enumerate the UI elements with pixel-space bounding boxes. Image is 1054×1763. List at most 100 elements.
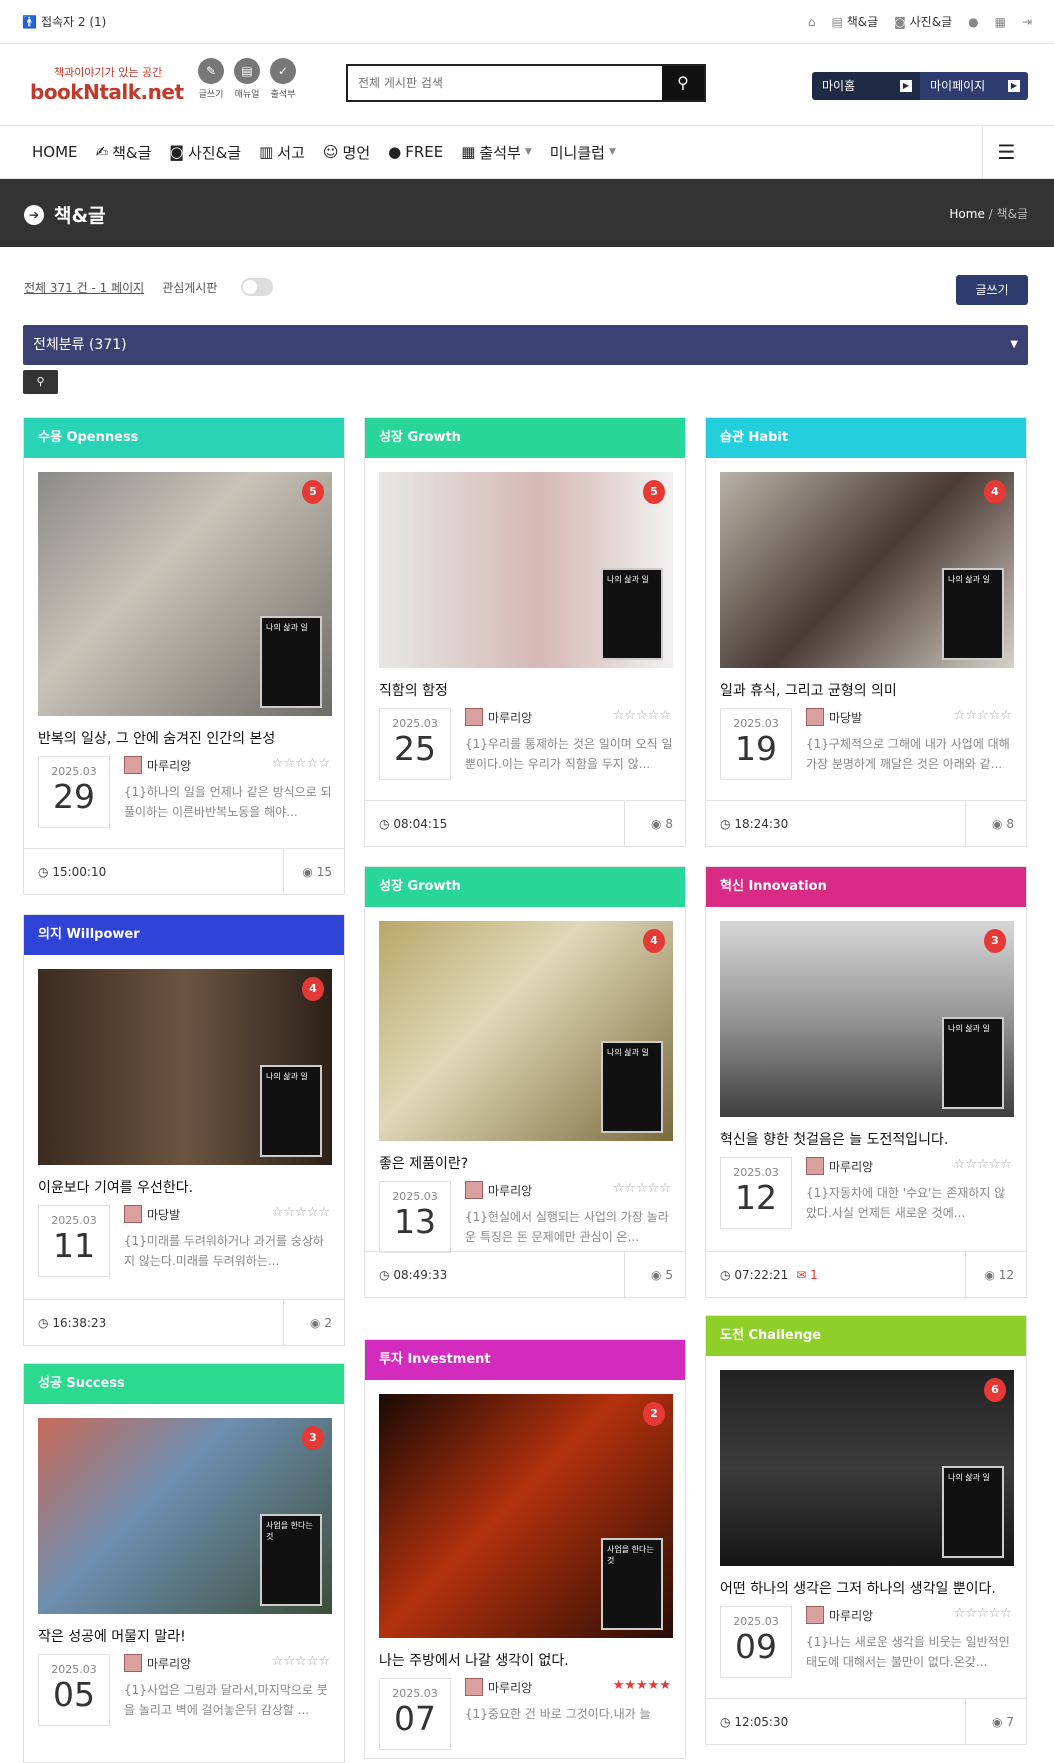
card-title[interactable]: 이윤보다 기여를 우선한다. (38, 1177, 193, 1197)
post-card[interactable]: 성공 Success 3 사업을 한다는것 작은 성공에 머물지 말라! 202… (23, 1363, 345, 1763)
post-card[interactable]: 성장 Growth 5 나의 삶과 일 직함의 함정 2025.03 25 마루리… (364, 417, 686, 847)
favorite-toggle[interactable] (241, 278, 274, 296)
quick-manual[interactable]: ▤ 매뉴얼 (232, 58, 262, 100)
card-category[interactable]: 도전 Challenge (706, 1316, 1026, 1356)
main-nav: HOME ✍ 책&글 ◙ 사진&글 ▥ 서고 ☺ 명언 ● FREE ▦ 출석부 ▼ 미니클럽… (0, 126, 1054, 179)
card-summary: {1}자동차에 대한 '수요'는 존재하지 않았다.사실 언제든 새로운 것에.… (806, 1186, 1006, 1220)
quick-write[interactable]: ✎ 글쓰기 (196, 58, 226, 100)
card-author[interactable]: 마당발 (124, 1205, 180, 1223)
card-date: 2025.03 25 (379, 708, 451, 780)
write-button[interactable]: 글쓰기 (956, 275, 1028, 305)
top-link-book[interactable]: ▤ 책&글 (832, 13, 879, 30)
nav-photo[interactable]: ◙ 사진&글 (169, 142, 241, 163)
book-cover: 나의 삶과 일 (260, 1065, 322, 1157)
card-title[interactable]: 어떤 하나의 생각은 그저 하나의 생각일 뿐이다. (720, 1578, 996, 1598)
card-author[interactable]: 마루리앙 (806, 1157, 873, 1175)
rating-stars: ☆☆☆☆☆ (271, 756, 330, 771)
post-card[interactable]: 혁신 Innovation 3 나의 삶과 일 혁신을 향한 첫걸음은 늘 도전… (705, 866, 1027, 1298)
page-banner: ➔ 책&글 Home / 책&글 (0, 179, 1054, 247)
card-category[interactable]: 성장 Growth (365, 418, 685, 458)
card-author[interactable]: 마당발 (806, 708, 862, 726)
quick-attendance[interactable]: ✓ 출석부 (268, 58, 298, 100)
card-author[interactable]: 마루리앙 (465, 1181, 532, 1199)
post-card[interactable]: 습관 Habit 4 나의 삶과 일 일과 휴식, 그리고 균형의 의미 202… (705, 417, 1027, 847)
search-toggle-button[interactable]: ⚲ (23, 370, 58, 394)
post-card[interactable]: 의지 Willpower 4 나의 삶과 일 이윤보다 기여를 우선한다. 20… (23, 914, 345, 1346)
breadcrumb-current: 책&글 (996, 207, 1028, 221)
card-title[interactable]: 일과 휴식, 그리고 균형의 의미 (720, 680, 897, 700)
connected-users[interactable]: 접속자 2 (1) (41, 13, 106, 30)
card-category[interactable]: 성공 Success (24, 1364, 344, 1404)
my-home-button[interactable]: 마이홈 ▶ (812, 72, 920, 100)
card-thumbnail[interactable]: 3 사업을 한다는것 (38, 1418, 332, 1614)
card-category[interactable]: 습관 Habit (706, 418, 1026, 458)
card-time: ◷ 12:05:30 (706, 1698, 966, 1745)
card-time: ◷ 07:22:21 ✉ 1 (706, 1251, 966, 1298)
card-summary: {1}우리를 통제하는 것은 일이며 오직 일뿐이다.이는 우리가 직함을 두지… (465, 737, 673, 771)
card-footer: ◷ 18:24:30 ◉ 8 (706, 800, 1026, 847)
clock-icon: ◷ (379, 816, 390, 831)
nav-book[interactable]: ✍ 책&글 (96, 142, 152, 163)
search-button[interactable]: ⚲ (662, 66, 704, 100)
nav-library[interactable]: ▥ 서고 (259, 142, 305, 163)
card-author[interactable]: 마루리앙 (465, 708, 532, 726)
chat-icon[interactable]: ● (968, 15, 978, 29)
breadcrumb-home[interactable]: Home (949, 207, 984, 221)
card-author[interactable]: 마루리앙 (465, 1678, 532, 1696)
site-logo[interactable]: 책과이야기가 있는 공간 bookNtalk.net (30, 64, 184, 104)
nav-quotes[interactable]: ☺ 명언 (323, 142, 370, 163)
top-link-photo[interactable]: ◙ 사진&글 (894, 13, 952, 30)
nav-free[interactable]: ● FREE (388, 143, 443, 161)
post-card[interactable]: 투자 Investment 2 사업을 한다는것 나는 주방에서 나갈 생각이 … (364, 1339, 686, 1759)
card-footer: ◷ 08:04:15 ◉ 8 (365, 800, 685, 847)
card-thumbnail[interactable]: 6 나의 삶과 일 (720, 1370, 1014, 1566)
top-bar: 🚹 접속자 2 (1) ⌂ ▤ 책&글 ◙ 사진&글 ● ▦ ⇥ (0, 0, 1054, 44)
card-thumbnail[interactable]: 4 나의 삶과 일 (379, 921, 673, 1141)
arrow-right-icon: ▶ (900, 80, 912, 92)
post-card[interactable]: 성장 Growth 4 나의 삶과 일 좋은 제품이란? 2025.03 13 마… (364, 866, 686, 1298)
category-select[interactable]: 전체분류 (371) ▼ (23, 325, 1028, 365)
card-title[interactable]: 나는 주방에서 나갈 생각이 없다. (379, 1650, 569, 1670)
card-thumbnail[interactable]: 3 나의 삶과 일 (720, 921, 1014, 1117)
card-title[interactable]: 좋은 제품이란? (379, 1153, 468, 1173)
card-author[interactable]: 마루리앙 (806, 1606, 873, 1624)
card-category[interactable]: 성장 Growth (365, 867, 685, 907)
card-category[interactable]: 혁신 Innovation (706, 867, 1026, 907)
nav-attendance[interactable]: ▦ 출석부 ▼ (461, 142, 532, 163)
post-card[interactable]: 수용 Openness 5 나의 삶과 일 반복의 일상, 그 안에 숨겨진 인… (23, 417, 345, 895)
card-thumbnail[interactable]: 4 나의 삶과 일 (38, 969, 332, 1165)
post-card[interactable]: 도전 Challenge 6 나의 삶과 일 어떤 하나의 생각은 그저 하나의… (705, 1315, 1027, 1745)
card-thumbnail[interactable]: 5 나의 삶과 일 (379, 472, 673, 668)
card-author[interactable]: 마루리앙 (124, 1654, 191, 1672)
logout-icon[interactable]: ⇥ (1022, 15, 1032, 29)
home-icon[interactable]: ⌂ (808, 15, 816, 29)
book-cover: 나의 삶과 일 (942, 1017, 1004, 1109)
eye-icon: ◉ (302, 864, 313, 879)
card-thumbnail[interactable]: 5 나의 삶과 일 (38, 472, 332, 716)
clock-icon: ◷ (720, 816, 731, 831)
card-category[interactable]: 수용 Openness (24, 418, 344, 458)
logo-brand: bookNtalk.net (30, 80, 184, 104)
avatar (124, 756, 142, 774)
card-date: 2025.03 05 (38, 1654, 110, 1726)
card-category[interactable]: 의지 Willpower (24, 915, 344, 955)
calendar-icon[interactable]: ▦ (995, 15, 1006, 29)
nav-miniclub[interactable]: 미니클럽 ▼ (550, 142, 616, 163)
rating-stars: ☆☆☆☆☆ (612, 1181, 671, 1196)
total-count-link[interactable]: 전체 371 건 - 1 페이지 (24, 279, 144, 296)
logo-tagline: 책과이야기가 있는 공간 (54, 66, 163, 79)
card-title[interactable]: 직함의 함정 (379, 680, 448, 700)
nav-home[interactable]: HOME (32, 143, 78, 161)
menu-toggle[interactable]: ☰ (982, 126, 1030, 179)
card-title[interactable]: 혁신을 향한 첫걸음은 늘 도전적입니다. (720, 1129, 948, 1149)
card-badge: 2 (643, 1402, 665, 1426)
card-thumbnail[interactable]: 2 사업을 한다는것 (379, 1394, 673, 1638)
view-count: ◉ 12 (984, 1267, 1014, 1282)
search-input[interactable] (348, 66, 662, 100)
card-title[interactable]: 작은 성공에 머물지 말라! (38, 1626, 186, 1646)
card-title[interactable]: 반복의 일상, 그 안에 숨겨진 인간의 본성 (38, 728, 275, 748)
card-category[interactable]: 투자 Investment (365, 1340, 685, 1380)
card-thumbnail[interactable]: 4 나의 삶과 일 (720, 472, 1014, 668)
my-page-button[interactable]: 마이페이지 ▶ (920, 72, 1028, 100)
card-author[interactable]: 마루리앙 (124, 756, 191, 774)
